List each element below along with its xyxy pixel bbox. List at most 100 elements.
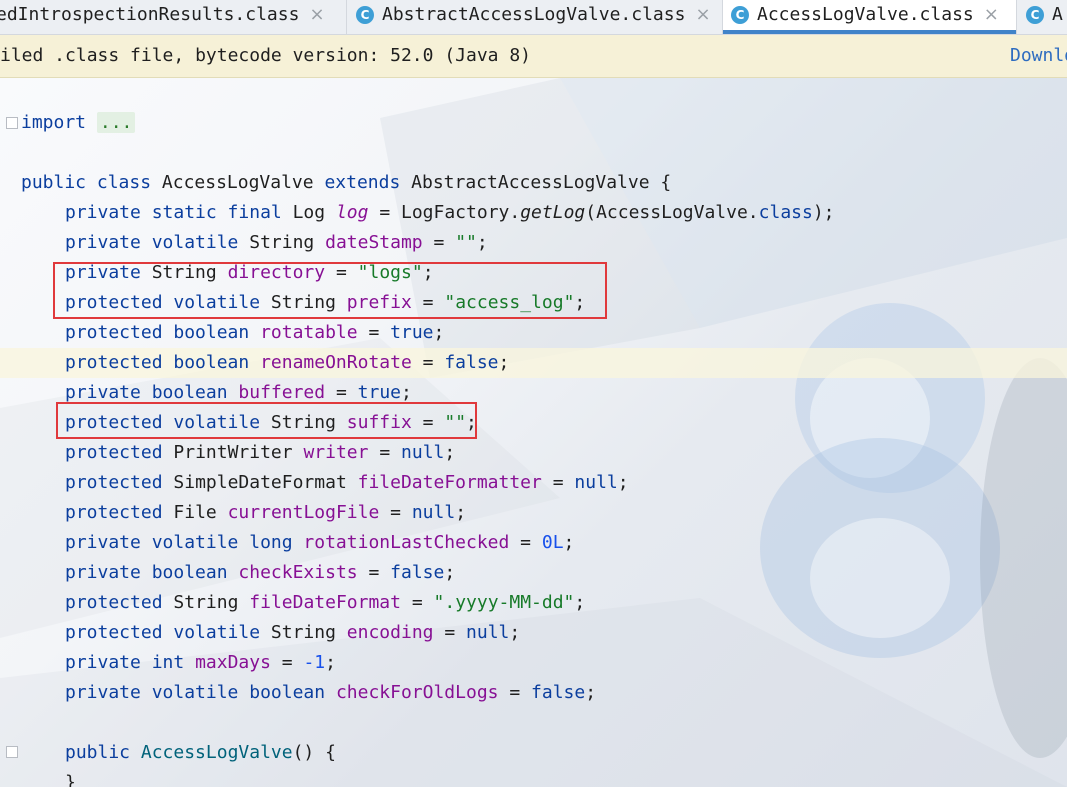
field-value: null (466, 622, 510, 643)
annotation-box-directory-prefix (53, 262, 607, 319)
field-value: false (444, 352, 499, 373)
field-type: Log (292, 202, 326, 223)
field-type: String (173, 592, 239, 613)
keyword: public class (21, 172, 152, 193)
close-icon[interactable]: × (984, 0, 999, 30)
terminator: ; (617, 472, 629, 493)
terminator: ; (433, 322, 445, 343)
field-value: null (574, 472, 618, 493)
modifiers: protected boolean (65, 322, 250, 343)
field-name: fileDateFormat (249, 592, 401, 613)
terminator: ; (401, 382, 412, 403)
modifiers: public (65, 742, 131, 763)
terminator: ; (476, 232, 488, 253)
folded-imports[interactable]: ... (96, 112, 136, 133)
download-sources-link[interactable]: Downlo (1010, 35, 1067, 77)
code-line-field: private volatile String dateStamp = ""; (65, 228, 488, 258)
class-name: AccessLogValve (161, 172, 314, 193)
modifiers: private static final (65, 202, 282, 223)
brace: } (65, 772, 76, 787)
field-value: 0L (541, 532, 564, 553)
editor-tab-bar: edIntrospectionResults.class × C AbstractA… (0, 0, 1067, 35)
field-value: LogFactory. (401, 202, 521, 223)
class-icon: C (731, 6, 749, 24)
fold-marker-icon[interactable] (6, 117, 18, 129)
field-value: null (401, 442, 445, 463)
field-name: checkForOldLogs (335, 682, 499, 703)
operator: = (379, 202, 391, 223)
tab-introspection-results[interactable]: edIntrospectionResults.class × (0, 0, 344, 34)
tab-divider (346, 0, 347, 34)
close-icon[interactable]: × (309, 0, 324, 30)
fold-marker-icon[interactable] (6, 746, 18, 758)
modifiers: private boolean (65, 562, 228, 583)
keyword: extends (324, 172, 401, 193)
terminator: ; (444, 562, 456, 583)
terminator: ; (325, 652, 336, 673)
terminator: ; (585, 682, 597, 703)
banner-text: iled .class file, bytecode version: 52.0… (0, 45, 532, 66)
decompiled-notice-banner: iled .class file, bytecode version: 52.0… (0, 35, 1067, 78)
tab-divider (1016, 0, 1017, 34)
field-value: true (390, 322, 434, 343)
modifiers: protected (65, 472, 163, 493)
tab-label: A (1052, 4, 1063, 25)
modifiers: private int (65, 652, 185, 673)
operator: = (390, 502, 401, 523)
brace: { (660, 172, 672, 193)
modifiers: protected (65, 592, 163, 613)
operator: = (368, 322, 380, 343)
terminator: ; (455, 502, 467, 523)
operator: = (433, 232, 445, 253)
close-icon[interactable]: × (695, 0, 710, 30)
tab-abstract-access-log-valve[interactable]: C AbstractAccessLogValve.class × (348, 0, 722, 34)
method-call: getLog (520, 202, 586, 223)
code-line-field: protected File currentLogFile = null; (65, 498, 466, 528)
code-line-field: private static final Log log = LogFactor… (65, 198, 835, 228)
method-args: (AccessLogValve. (585, 202, 759, 223)
operator: = (444, 622, 456, 643)
code-line-import: import ... (21, 108, 136, 138)
modifiers: private volatile (65, 232, 239, 253)
code-line-field: protected boolean renameOnRotate = false… (65, 348, 509, 378)
code-editor[interactable]: import ... public class AccessLogValve e… (0, 78, 1067, 787)
field-name: buffered (238, 382, 326, 403)
field-name: rotationLastChecked (303, 532, 510, 553)
field-name: maxDays (195, 652, 271, 673)
constructor-name: AccessLogValve (140, 742, 293, 763)
terminator: ; (563, 532, 575, 553)
field-name: renameOnRotate (260, 352, 412, 373)
operator: = (281, 652, 293, 673)
terminator: ; (444, 442, 456, 463)
field-type: String (270, 622, 336, 643)
field-value: false (390, 562, 445, 583)
operator: = (411, 592, 423, 613)
modifiers: protected boolean (65, 352, 250, 373)
modifiers: private volatile boolean (65, 682, 326, 703)
modifiers: private boolean (65, 382, 228, 403)
tab-access-log-valve[interactable]: C AccessLogValve.class × (723, 0, 1016, 34)
class-icon: C (356, 6, 374, 24)
operator: = (379, 442, 391, 463)
code-line-close-brace: } (65, 768, 76, 787)
operator: = (422, 352, 434, 373)
constructor-signature: () { (292, 742, 336, 763)
field-value: false (531, 682, 586, 703)
field-type: String (249, 232, 315, 253)
field-type: PrintWriter (173, 442, 293, 463)
field-name: currentLogFile (227, 502, 380, 523)
parent-class-name: AbstractAccessLogValve (411, 172, 650, 193)
field-name: writer (303, 442, 369, 463)
operator: = (335, 382, 347, 403)
tab-overflow[interactable]: CA (1018, 0, 1067, 34)
field-name: checkExists (238, 562, 358, 583)
field-value: "" (455, 232, 477, 253)
modifiers: protected volatile (65, 622, 261, 643)
terminator: ); (812, 202, 835, 223)
tab-label: AccessLogValve.class (757, 4, 974, 25)
operator: = (552, 472, 564, 493)
operator: = (368, 562, 380, 583)
terminator: ; (498, 352, 510, 373)
terminator: ; (574, 592, 586, 613)
field-name: rotatable (260, 322, 358, 343)
